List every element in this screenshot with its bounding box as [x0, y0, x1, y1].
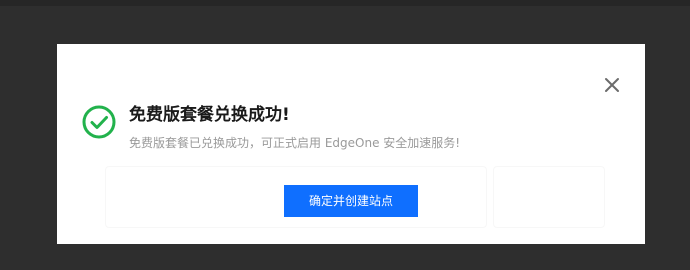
success-dialog: 免费版套餐兑换成功! 免费版套餐已兑换成功，可正式启用 EdgeOne 安全加速… [57, 44, 645, 244]
dialog-message: 免费版套餐已兑换成功，可正式启用 EdgeOne 安全加速服务! [129, 136, 461, 150]
dialog-title: 免费版套餐兑换成功! [129, 105, 290, 125]
success-check-icon [82, 105, 116, 139]
close-button[interactable] [601, 74, 623, 96]
close-icon [605, 78, 619, 92]
page-backdrop-top [0, 0, 690, 6]
background-panel [493, 166, 605, 228]
confirm-create-site-button[interactable]: 确定并创建站点 [284, 185, 418, 217]
